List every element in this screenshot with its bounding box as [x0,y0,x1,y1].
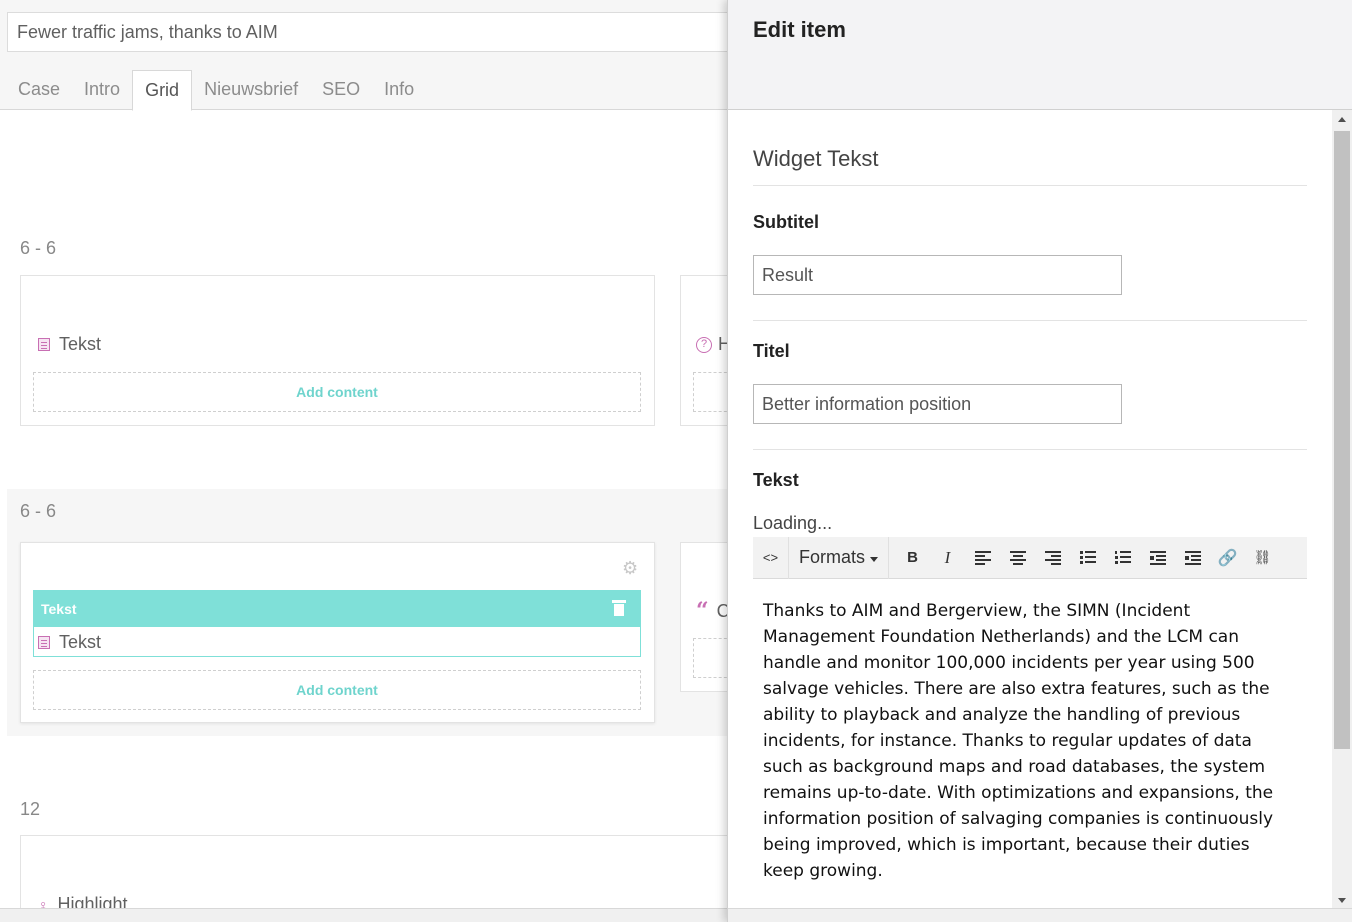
subtitel-input[interactable] [753,255,1122,295]
bullet-list-button[interactable] [1070,537,1105,579]
divider [753,449,1307,450]
tab-grid[interactable]: Grid [132,70,193,111]
document-icon [38,338,50,351]
grid-control[interactable]: Tekst [38,334,101,355]
tab-nieuwsbrief[interactable]: Nieuwsbrief [192,70,310,110]
rte-toolbar: <> Formats B I 🔗 ⛓ [753,536,1307,579]
bullet-list-icon [1079,551,1096,564]
numbered-list-button[interactable] [1105,537,1140,579]
selected-control-title: Tekst [41,601,77,617]
rte-line: keep growing. [763,861,883,881]
bold-button[interactable]: B [895,537,930,579]
rte-line: ability to playback and analyze the hand… [763,705,1241,725]
rte-line: Management Foundation Netherlands) and t… [763,627,1239,647]
subtitel-label: Subtitel [753,212,819,232]
scroll-down-icon[interactable] [1338,898,1346,903]
align-left-button[interactable] [965,537,1000,579]
grid-control[interactable]: Tekst [38,632,101,653]
source-code-button[interactable]: <> [753,537,788,579]
rte-line: salvage vehicles. There are also extra f… [763,679,1270,699]
grid-control[interactable]: ? H [696,334,731,355]
control-label: Tekst [59,632,102,652]
row-layout-label: 12 [20,799,41,819]
caret-down-icon [870,556,879,562]
control-label: Tekst [59,334,102,354]
rte-line: Thanks to AIM and Bergerview, the SIMN (… [763,601,1191,621]
selected-control[interactable]: Tekst [33,590,641,657]
rte-line: incidents, for instance. Thanks to regul… [763,731,1252,751]
editor-tabs: Case Intro Grid Nieuwsbrief SEO Info [6,70,426,111]
panel-vertical-scrollbar[interactable] [1332,110,1352,910]
tab-seo[interactable]: SEO [310,70,372,110]
code-icon: <> [762,550,779,565]
indent-button[interactable] [1175,537,1210,579]
unlink-icon: ⛓ [1253,549,1272,565]
titel-input[interactable] [753,384,1122,424]
rte-line: such as background maps and road databas… [763,757,1266,777]
scroll-up-icon[interactable] [1338,117,1346,122]
tekst-label: Tekst [753,470,799,490]
align-right-button[interactable] [1035,537,1070,579]
trash-icon[interactable] [612,600,626,616]
gear-icon[interactable]: ⚙ [622,558,638,579]
panel-horizontal-scrollbar[interactable] [728,908,1352,922]
document-name-input[interactable] [7,12,767,52]
rte-line: information position of salvaging compan… [763,809,1273,829]
quote-icon: “ [696,598,709,624]
align-center-button[interactable] [1000,537,1035,579]
align-left-icon [974,551,991,565]
loading-status: Loading... [753,513,833,533]
add-content-button[interactable]: Add content [33,372,641,412]
edit-item-panel: Edit item Widget Tekst Subtitel Titel Te… [727,0,1352,922]
row-layout-label: 6 - 6 [20,501,57,521]
add-content-button[interactable]: Add content [33,670,641,710]
selected-control-header: Tekst [34,591,640,627]
align-center-icon [1009,551,1026,565]
tab-info[interactable]: Info [372,70,426,110]
rte-line: handle and monitor 100,000 incidents per… [763,653,1255,673]
rte-line: being improved, which is important, beca… [763,835,1250,855]
formats-dropdown[interactable]: Formats [788,536,890,579]
unlink-button[interactable]: ⛓ [1245,537,1280,579]
outdent-icon [1149,551,1166,565]
italic-button[interactable]: I [930,537,965,579]
row-layout-label: 6 - 6 [20,238,57,258]
panel-body: Widget Tekst Subtitel Titel Tekst Loadin… [728,110,1332,910]
rich-text-editor[interactable]: Thanks to AIM and Bergerview, the SIMN (… [753,580,1307,910]
divider [753,320,1307,321]
tab-case[interactable]: Case [6,70,72,110]
question-icon: ? [696,336,712,353]
indent-icon [1184,551,1201,565]
document-icon [38,636,50,649]
numbered-list-icon [1114,551,1131,564]
align-right-icon [1044,551,1061,565]
widget-title: Widget Tekst [753,146,879,171]
link-button[interactable]: 🔗 [1210,537,1245,579]
tab-intro[interactable]: Intro [72,70,132,110]
bold-icon: B [907,549,918,566]
formats-label: Formats [799,547,866,567]
scrollbar-thumb[interactable] [1334,131,1350,749]
link-icon: 🔗 [1217,549,1238,567]
panel-title: Edit item [753,17,846,42]
outdent-button[interactable] [1140,537,1175,579]
horizontal-scrollbar[interactable] [0,908,727,922]
italic-icon: I [944,547,951,567]
rte-line: remains up-to-date. With optimizations a… [763,783,1274,803]
panel-header: Edit item [728,0,1352,110]
grid-control[interactable]: “ C [696,598,730,624]
divider [753,185,1307,186]
titel-label: Titel [753,341,790,361]
